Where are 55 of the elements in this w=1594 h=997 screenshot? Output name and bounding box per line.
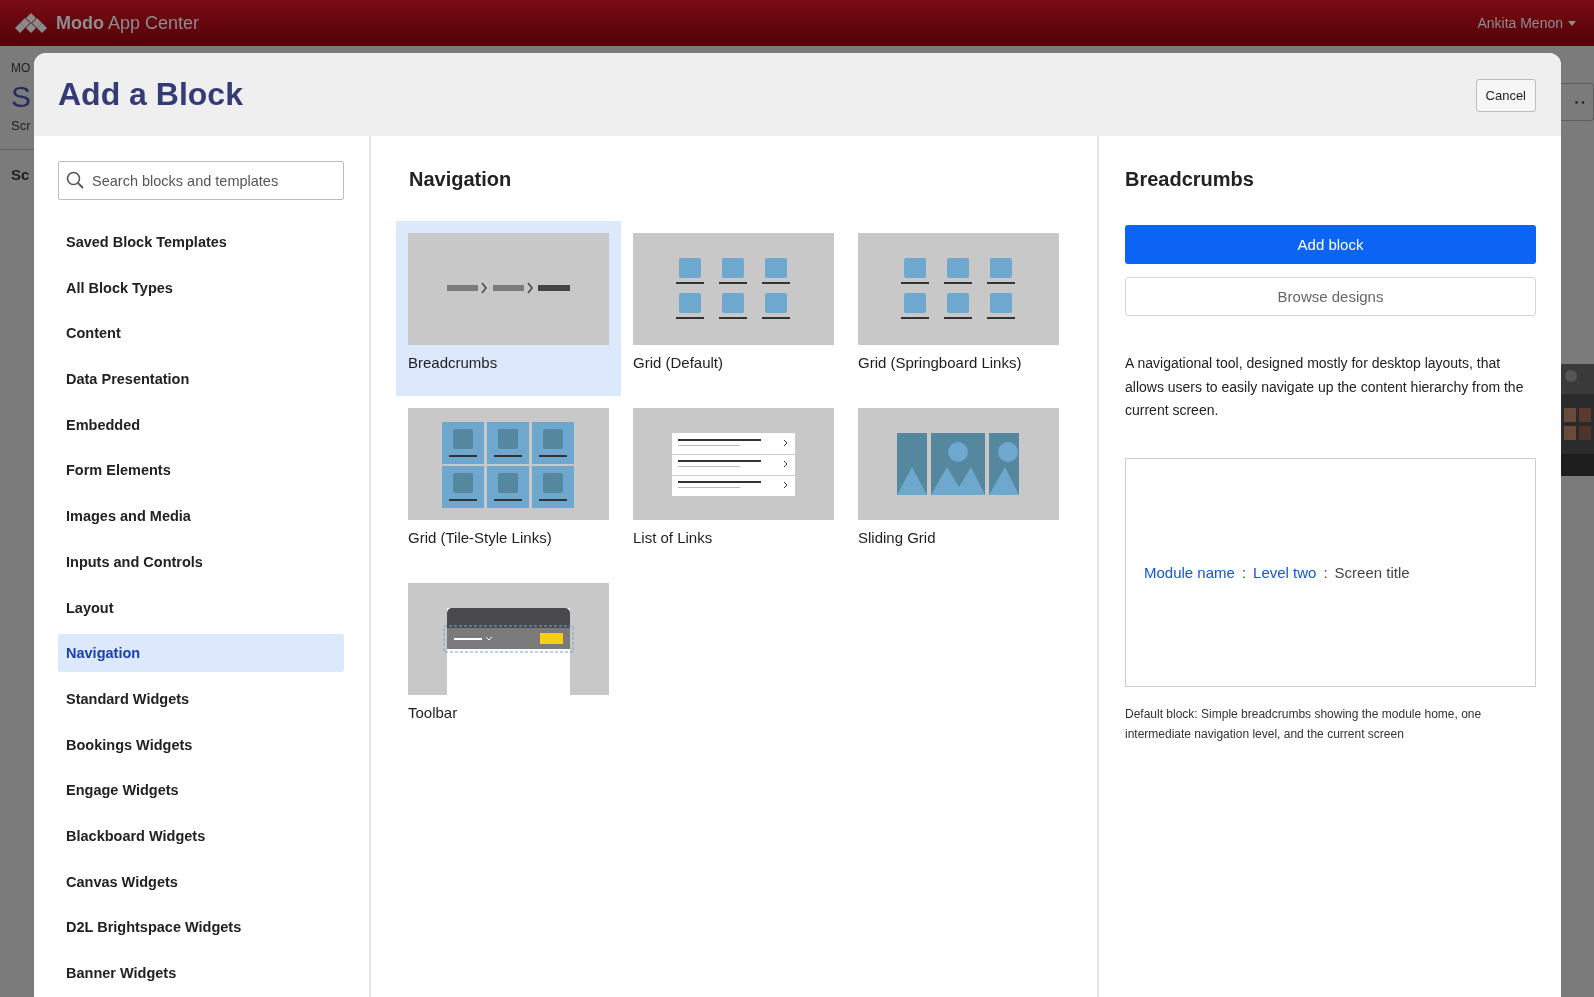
category-item[interactable]: Standard Widgets	[58, 679, 344, 718]
section-title: Navigation	[409, 168, 513, 191]
caret-icon	[1568, 20, 1576, 26]
category-item[interactable]: Embedded	[58, 405, 344, 444]
category-item[interactable]: Banner Widgets	[58, 954, 344, 992]
category-item[interactable]: Layout	[58, 588, 344, 627]
more-icon	[1575, 100, 1585, 104]
dialog-title: Add a Block	[58, 76, 243, 113]
category-item[interactable]: Blackboard Widgets	[58, 816, 344, 855]
block-name: Toolbar	[408, 704, 459, 721]
search-field[interactable]: Search blocks and templates	[58, 161, 344, 200]
block-card[interactable]: Breadcrumbs	[396, 221, 621, 396]
block-description: A navigational tool, designed mostly for desktop layouts, that allows users to easily navigate up the content hierarchy from the current screen.	[1125, 354, 1525, 420]
block-card[interactable]: Grid (Springboard Links)	[846, 221, 1071, 396]
block-card[interactable]: Toolbar	[396, 571, 621, 746]
category-item[interactable]: Form Elements	[58, 451, 344, 490]
category-item[interactable]: Inputs and Controls	[58, 542, 344, 581]
category-item[interactable]: Data Presentation	[58, 360, 344, 399]
category-item[interactable]: Content	[58, 314, 344, 353]
category-item[interactable]: Bookings Widgets	[58, 725, 344, 764]
block-name: Breadcrumbs	[408, 354, 499, 371]
block-card[interactable]: List of Links	[621, 396, 846, 571]
section-label: Sc	[11, 166, 31, 183]
category-item[interactable]: Canvas Widgets	[58, 862, 344, 901]
category-item[interactable]: Navigation	[58, 634, 344, 673]
page-title: S	[11, 80, 32, 114]
breadcrumb-link[interactable]: Level two	[1253, 563, 1317, 581]
search-icon	[66, 171, 84, 189]
category-item[interactable]: Saved Block Templates	[58, 223, 344, 261]
cancel-button[interactable]: Cancel	[1475, 79, 1536, 112]
detail-title: Breadcrumbs	[1125, 168, 1255, 191]
breadcrumb-separator: :	[1323, 563, 1328, 581]
block-name: List of Links	[633, 529, 714, 546]
add-block-button[interactable]: Add block	[1125, 225, 1536, 264]
block-name: Grid (Tile-Style Links)	[408, 529, 553, 546]
block-card[interactable]: Grid (Default)	[621, 221, 846, 396]
logo-icon	[15, 13, 47, 33]
preview-caption: Default block: Simple breadcrumbs showing the module home, one intermediate navigation level, and the current screen	[1125, 705, 1483, 743]
block-name: Grid (Default)	[633, 354, 725, 371]
block-name: Grid (Springboard Links)	[858, 354, 1023, 371]
category-item[interactable]: D2L Brightspace Widgets	[58, 908, 344, 947]
block-card[interactable]: Sliding Grid	[846, 396, 1071, 571]
block-card[interactable]: Grid (Tile-Style Links)	[396, 396, 621, 571]
app-name: Modo App Center	[56, 12, 200, 34]
current-screen-title: Screen title	[1334, 563, 1410, 581]
category-item[interactable]: All Block Types	[58, 268, 344, 307]
category-item[interactable]: Images and Media	[58, 497, 344, 536]
block-name: Sliding Grid	[858, 529, 937, 546]
page-subtitle: Scr	[11, 118, 32, 133]
breadcrumb-link[interactable]: Module name	[1144, 563, 1235, 581]
category-item[interactable]: Engage Widgets	[58, 771, 344, 810]
browse-designs-button[interactable]: Browse designs	[1125, 277, 1536, 316]
user-menu[interactable]: Ankita Menon	[1477, 15, 1576, 31]
breadcrumb-label: MO	[11, 61, 32, 75]
breadcrumb-separator: :	[1241, 563, 1247, 581]
